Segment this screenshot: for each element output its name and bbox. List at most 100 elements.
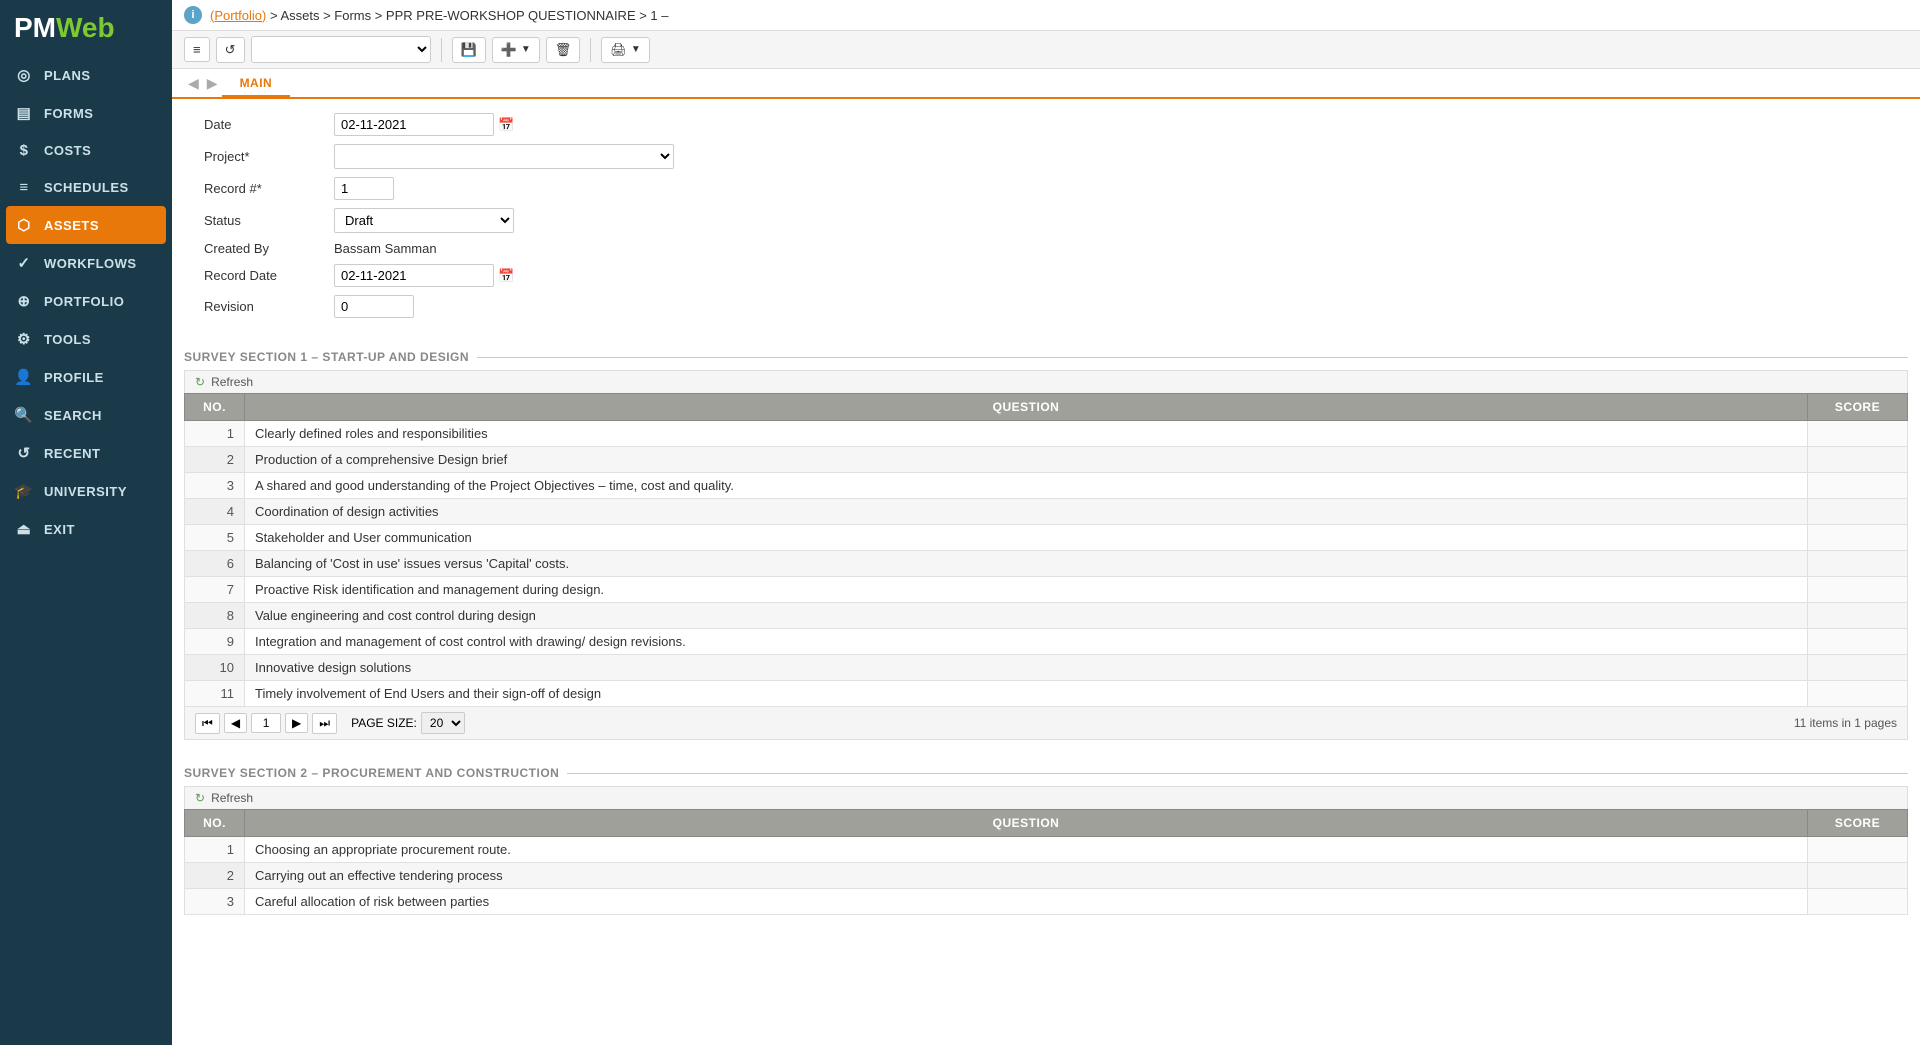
- content-scroll[interactable]: Date 📅 Project* Record #* Status: [172, 99, 1920, 1045]
- delete-button[interactable]: 🗑: [546, 37, 581, 63]
- row-no: 11: [185, 681, 245, 707]
- record-date-calendar-icon[interactable]: 📅: [498, 268, 514, 284]
- row-score[interactable]: [1808, 525, 1908, 551]
- status-select[interactable]: Draft: [334, 208, 514, 233]
- record-input[interactable]: [334, 177, 394, 200]
- row-score[interactable]: [1808, 837, 1908, 863]
- table-row: 8Value engineering and cost control duri…: [185, 603, 1908, 629]
- survey2-refresh[interactable]: ↻ Refresh: [184, 786, 1908, 809]
- row-score[interactable]: [1808, 603, 1908, 629]
- profile-label: PROFILE: [44, 370, 104, 385]
- sidebar-item-portfolio[interactable]: ⊕ PORTFOLIO: [0, 282, 172, 320]
- save-button[interactable]: 💾: [452, 37, 486, 63]
- portfolio-icon: ⊕: [14, 292, 34, 310]
- row-no: 5: [185, 525, 245, 551]
- project-select[interactable]: [334, 144, 674, 169]
- project-label: Project*: [204, 149, 334, 164]
- table-row: 3A shared and good understanding of the …: [185, 473, 1908, 499]
- row-no: 6: [185, 551, 245, 577]
- main-content: i (Portfolio) > Assets > Forms > PPR PRE…: [172, 0, 1920, 1045]
- sidebar-item-plans[interactable]: ◎ PLANS: [0, 56, 172, 94]
- row-score[interactable]: [1808, 889, 1908, 915]
- info-icon[interactable]: i: [184, 6, 202, 24]
- sidebar-item-exit[interactable]: ⏏EXIT: [0, 510, 172, 548]
- row-question: Clearly defined roles and responsibiliti…: [245, 421, 1808, 447]
- survey2-col-question: QUESTION: [245, 810, 1808, 837]
- survey1-prev-page[interactable]: ◀: [224, 713, 247, 733]
- row-no: 1: [185, 421, 245, 447]
- menu-button[interactable]: ≡: [184, 37, 210, 62]
- table-row: 5Stakeholder and User communication: [185, 525, 1908, 551]
- recent-label: RECENT: [44, 446, 100, 461]
- profile-icon: 👤: [14, 368, 34, 386]
- sidebar-item-workflows[interactable]: ✓WORKFLOWS: [0, 244, 172, 282]
- row-no: 10: [185, 655, 245, 681]
- row-score[interactable]: [1808, 577, 1908, 603]
- breadcrumb-portfolio[interactable]: (Portfolio): [210, 8, 266, 23]
- revision-row: Revision: [204, 295, 1888, 318]
- survey1-col-question: QUESTION: [245, 394, 1808, 421]
- sidebar-item-assets[interactable]: ⬡ ASSETS: [6, 206, 166, 244]
- survey1-last-page[interactable]: ⏭: [312, 713, 337, 734]
- print-button[interactable]: 🖨 ▼: [601, 37, 649, 63]
- row-question: Balancing of 'Cost in use' issues versus…: [245, 551, 1808, 577]
- survey1-page-size[interactable]: 20: [421, 712, 465, 734]
- assets-label: ASSETS: [44, 218, 99, 233]
- undo-button[interactable]: ↺: [216, 37, 245, 63]
- row-no: 3: [185, 889, 245, 915]
- forms-label: FORMS: [44, 106, 93, 121]
- sidebar-item-costs[interactable]: $COSTS: [0, 132, 172, 169]
- row-score[interactable]: [1808, 863, 1908, 889]
- row-score[interactable]: [1808, 499, 1908, 525]
- row-question: Proactive Risk identification and manage…: [245, 577, 1808, 603]
- tab-nav-right[interactable]: ▶: [203, 71, 222, 96]
- breadcrumb: (Portfolio) > Assets > Forms > PPR PRE-W…: [210, 8, 1908, 23]
- survey1-refresh[interactable]: ↻ Refresh: [184, 370, 1908, 393]
- exit-label: EXIT: [44, 522, 75, 537]
- date-calendar-icon[interactable]: 📅: [498, 117, 514, 133]
- row-no: 3: [185, 473, 245, 499]
- sidebar-item-profile[interactable]: 👤 PROFILE: [0, 358, 172, 396]
- table-row: 1Choosing an appropriate procurement rou…: [185, 837, 1908, 863]
- record-row: Record #*: [204, 177, 1888, 200]
- row-score[interactable]: [1808, 629, 1908, 655]
- sidebar-item-schedules[interactable]: ≡SCHEDULES: [0, 169, 172, 206]
- survey1-next-page[interactable]: ▶: [285, 713, 308, 733]
- add-button[interactable]: ➕ ▼: [492, 37, 540, 63]
- row-question: Carrying out an effective tendering proc…: [245, 863, 1808, 889]
- row-score[interactable]: [1808, 421, 1908, 447]
- created-by-value: Bassam Samman: [334, 241, 437, 256]
- assets-icon: ⬡: [14, 216, 34, 234]
- date-input[interactable]: [334, 113, 494, 136]
- portfolio-label: PORTFOLIO: [44, 294, 124, 309]
- row-score[interactable]: [1808, 447, 1908, 473]
- survey1-first-page[interactable]: ⏮: [195, 713, 220, 734]
- survey2-col-score: SCORE: [1808, 810, 1908, 837]
- tab-bar: ◀ ▶ MAIN: [172, 69, 1920, 99]
- workflow-select[interactable]: [251, 36, 431, 63]
- record-date-input[interactable]: [334, 264, 494, 287]
- revision-input[interactable]: [334, 295, 414, 318]
- plans-icon: ◎: [14, 66, 34, 84]
- sidebar-item-forms[interactable]: ▤FORMS: [0, 94, 172, 132]
- plans-label: PLANS: [44, 68, 91, 83]
- tab-nav-left[interactable]: ◀: [184, 71, 203, 96]
- row-question: Value engineering and cost control durin…: [245, 603, 1808, 629]
- row-score[interactable]: [1808, 473, 1908, 499]
- undo-icon: ↺: [225, 42, 236, 58]
- logo-web: Web: [56, 12, 115, 44]
- row-score[interactable]: [1808, 681, 1908, 707]
- row-question: Careful allocation of risk between parti…: [245, 889, 1808, 915]
- tab-main[interactable]: MAIN: [222, 71, 291, 97]
- table-row: 1Clearly defined roles and responsibilit…: [185, 421, 1908, 447]
- row-no: 2: [185, 863, 245, 889]
- sidebar-item-search[interactable]: 🔍SEARCH: [0, 396, 172, 434]
- sidebar-item-tools[interactable]: ⚙TOOLS: [0, 320, 172, 358]
- sidebar-item-university[interactable]: 🎓UNIVERSITY: [0, 472, 172, 510]
- sidebar-item-recent[interactable]: ↺RECENT: [0, 434, 172, 472]
- project-row: Project*: [204, 144, 1888, 169]
- survey1-page-input[interactable]: [251, 713, 281, 733]
- row-score[interactable]: [1808, 551, 1908, 577]
- schedules-icon: ≡: [14, 179, 34, 196]
- row-score[interactable]: [1808, 655, 1908, 681]
